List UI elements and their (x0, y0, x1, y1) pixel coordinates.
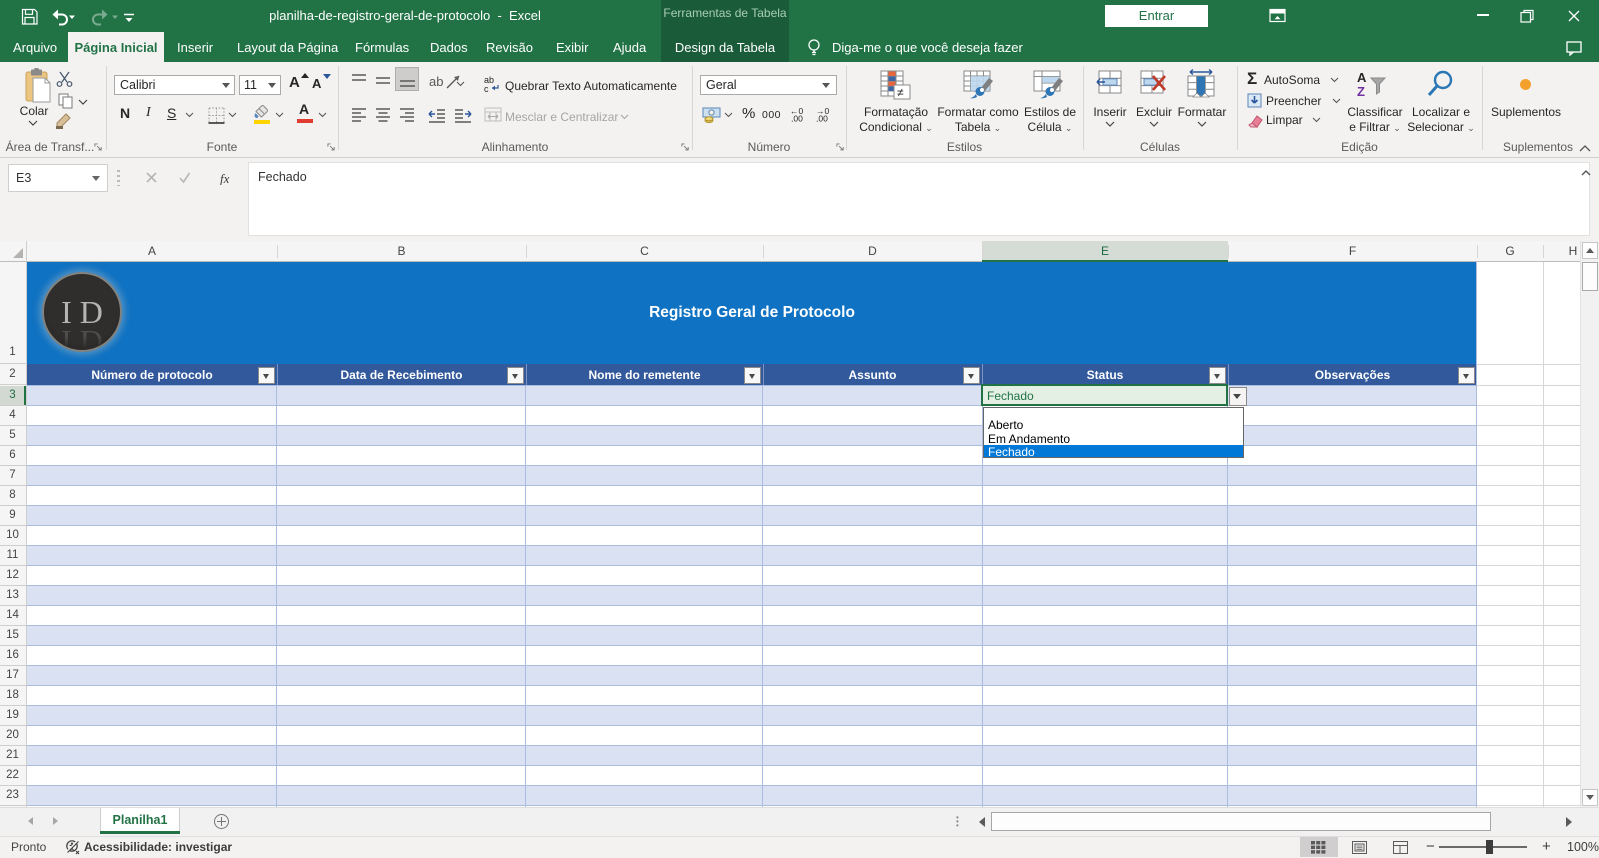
svg-text:c: c (484, 84, 489, 93)
svg-text:,00: ,00 (816, 114, 828, 123)
svg-text:,00: ,00 (791, 114, 803, 123)
svg-text:ab: ab (429, 74, 443, 89)
svg-text:fx: fx (220, 171, 230, 185)
svg-text:≠: ≠ (897, 86, 904, 100)
svg-text:A: A (1357, 70, 1367, 85)
svg-text:Z: Z (1357, 84, 1365, 98)
